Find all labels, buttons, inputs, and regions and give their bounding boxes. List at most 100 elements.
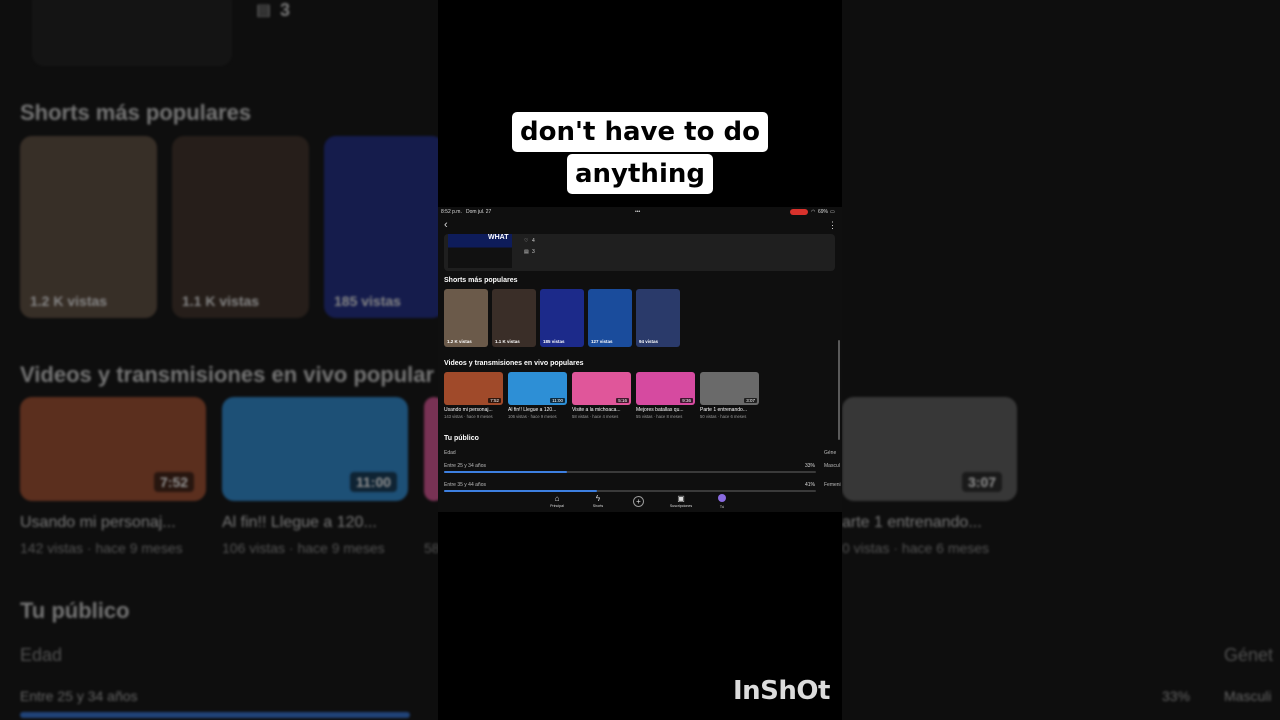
bg-shorts-title: Shorts más populares — [20, 100, 252, 125]
bg-gender-label: Génet — [1224, 645, 1274, 665]
age-row-pct: 33% — [805, 463, 816, 469]
wifi-icon: ◠ — [811, 209, 816, 215]
home-icon: ⌂ — [554, 494, 560, 503]
video-frame: ▤ 3 Shorts más populares 1.2 K vistas 1.… — [0, 0, 1280, 720]
age-bar — [444, 471, 816, 473]
bg-video-meta: 0 vistas · hace 6 meses — [842, 540, 990, 556]
battery-level: 69% — [818, 209, 829, 215]
nav-home[interactable]: ⌂ Principal — [537, 494, 577, 508]
bg-gender-row: Masculi — [1224, 688, 1272, 704]
video-title[interactable]: Usando mi personaj... — [444, 407, 503, 413]
age-bar-fill — [444, 490, 597, 492]
short-views: 127 vistas — [591, 339, 613, 344]
short-card[interactable]: 1.2 K vistas — [444, 289, 488, 347]
video-thumbnail[interactable]: 7:52 — [444, 372, 503, 405]
bg-video-duration: 11:00 — [350, 472, 398, 492]
age-label: Edad — [444, 450, 456, 456]
short-views: 1.2 K vistas — [447, 339, 472, 344]
recent-video-thumbnail[interactable]: WHAT — [448, 234, 512, 268]
video-title[interactable]: Parte 1 entrenando... — [700, 407, 759, 413]
video-card[interactable]: 5:16 Visite a la michoaca... 58 vistas ·… — [572, 372, 631, 419]
caption-line-2: anything — [567, 154, 713, 194]
nav-you-label: Tú — [719, 505, 725, 509]
caption: don't have to do anything — [438, 112, 842, 194]
video-thumbnail[interactable]: 9:36 — [636, 372, 695, 405]
video-thumbnail[interactable]: 5:16 — [572, 372, 631, 405]
age-row-pct: 41% — [805, 482, 816, 488]
gender-label: Géne — [824, 450, 837, 456]
gender-row-label: Mascul — [824, 463, 840, 469]
bg-counter: 3 — [280, 0, 291, 20]
nav-shorts-label: Shorts — [592, 504, 604, 508]
nav-shorts[interactable]: ϟ Shorts — [578, 494, 618, 508]
video-meta: 50 vistas · hace 6 meses — [700, 414, 747, 419]
status-bar: 8:52 p.m. Dom jul. 27 ••• ◠ 69% ▭ — [438, 207, 842, 217]
age-bar-fill — [444, 471, 567, 473]
video-card[interactable]: 9:36 Mejores batallas qu... 55 vistas · … — [636, 372, 695, 419]
like-count: 4 — [532, 238, 535, 244]
like-icon: ♡ — [524, 238, 529, 244]
videos-section-title: Videos y transmisiones en vivo populares — [444, 360, 584, 367]
scrollbar[interactable] — [838, 340, 840, 440]
video-meta: 143 vistas · hace 9 meses — [444, 414, 493, 419]
video-title[interactable]: Mejores batallas qu... — [636, 407, 695, 413]
video-meta: 55 vistas · hace 8 meses — [636, 414, 683, 419]
short-views: 185 vistas — [543, 339, 565, 344]
bg-video-meta: 106 vistas · hace 9 meses — [222, 540, 385, 556]
video-title[interactable]: Visite a la michoaca... — [572, 407, 631, 413]
battery-icon: ▭ — [830, 209, 835, 215]
subscriptions-icon: ▣ — [677, 494, 685, 503]
bg-video-meta: 142 vistas · hace 9 meses — [20, 540, 183, 556]
inshot-watermark: InShOt — [733, 676, 830, 706]
status-dots: ••• — [635, 209, 641, 215]
bg-age-pct: 33% — [1162, 688, 1191, 704]
video-thumbnail[interactable]: 11:00 — [508, 372, 567, 405]
age-row-label: Entre 35 y 44 años — [444, 482, 486, 488]
nav-home-label: Principal — [550, 504, 564, 508]
bg-short-card — [172, 136, 309, 318]
bg-video-title: Usando mi personaj... — [20, 514, 176, 531]
bottom-nav: ⌂ Principal ϟ Shorts + ▣ Suscripciones T… — [438, 493, 842, 512]
video-duration: 7:52 — [488, 398, 501, 403]
short-views: 94 vistas — [639, 339, 659, 344]
bg-progress-bar — [20, 712, 410, 718]
bg-short-views: 1.2 K vistas — [30, 293, 108, 309]
bg-top-thumb — [32, 0, 232, 66]
bg-age-label: Edad — [20, 645, 63, 665]
video-title[interactable]: Al fin!! Llegue a 120... — [508, 407, 567, 413]
nav-subscriptions[interactable]: ▣ Suscripciones — [661, 494, 701, 508]
bg-video-title: Al fin!! Llegue a 120... — [222, 514, 377, 531]
video-duration: 3:07 — [744, 398, 757, 403]
back-arrow-icon[interactable]: ‹ — [444, 220, 448, 231]
create-plus-icon[interactable]: + — [633, 496, 644, 507]
status-date: Dom jul. 27 — [466, 209, 492, 215]
video-thumbnail[interactable]: 3:07 — [700, 372, 759, 405]
short-card[interactable]: 185 vistas — [540, 289, 584, 347]
top-bar: ‹ ⋮ — [438, 219, 842, 233]
age-row-label: Entre 25 y 34 años — [444, 463, 486, 469]
nav-you[interactable]: Tú — [702, 494, 742, 509]
bg-audience-title: Tu público — [20, 598, 130, 623]
bg-short-views: 1.1 K vistas — [182, 293, 260, 309]
caption-line-1: don't have to do — [512, 112, 768, 152]
video-card[interactable]: 3:07 Parte 1 entrenando... 50 vistas · h… — [700, 372, 759, 419]
bg-comment-icon: ▤ — [256, 2, 272, 19]
nav-subscriptions-label: Suscripciones — [669, 504, 693, 508]
video-duration: 11:00 — [550, 398, 565, 403]
thumbnail-text: WHAT — [488, 234, 509, 241]
short-card[interactable]: 127 vistas — [588, 289, 632, 347]
bg-short-card — [324, 136, 444, 318]
shorts-section-title: Shorts más populares — [444, 277, 518, 284]
video-duration: 5:16 — [616, 398, 629, 403]
tablet-screen: 8:52 p.m. Dom jul. 27 ••• ◠ 69% ▭ ‹ ⋮ WH… — [438, 207, 842, 512]
video-card[interactable]: 11:00 Al fin!! Llegue a 120... 106 vista… — [508, 372, 567, 419]
shorts-icon: ϟ — [595, 494, 601, 503]
bg-short-card — [20, 136, 157, 318]
short-card[interactable]: 1.1 K vistas — [492, 289, 536, 347]
more-options-icon[interactable]: ⋮ — [828, 220, 837, 230]
short-card[interactable]: 94 vistas — [636, 289, 680, 347]
recent-video-card[interactable]: WHAT ♡ 4 ▤ 3 — [444, 234, 835, 271]
short-views: 1.1 K vistas — [495, 339, 520, 344]
video-card[interactable]: 7:52 Usando mi personaj... 143 vistas · … — [444, 372, 503, 419]
audience-section-title: Tu público — [444, 435, 479, 442]
